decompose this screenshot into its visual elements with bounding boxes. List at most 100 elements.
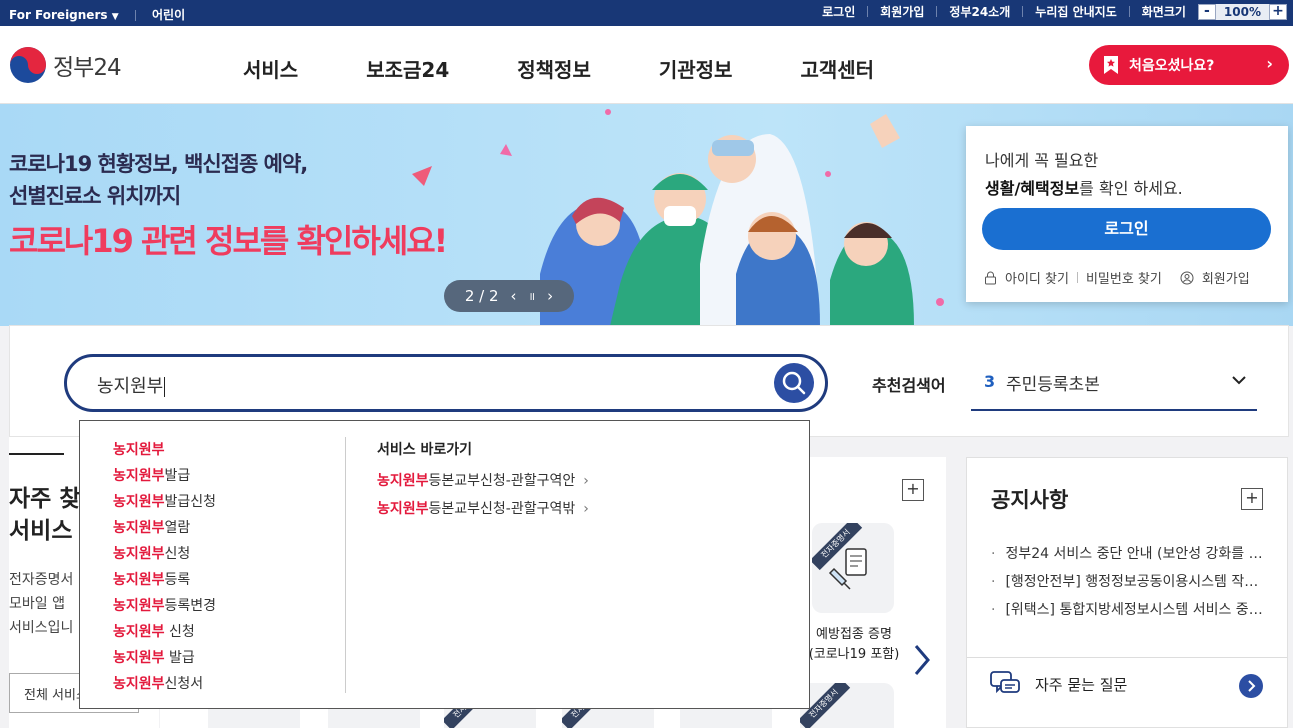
- chevron-right-icon: ›: [583, 473, 589, 489]
- suggestion-rest: 발급신청: [164, 494, 217, 510]
- suggestion-match: 농지원부: [113, 650, 165, 666]
- notice-item[interactable]: · [위택스] 통합지방세정보시스템 서비스 중단 안내: [991, 596, 1271, 624]
- suggestion-match: 농지원부: [113, 468, 165, 484]
- suggestion-match: 농지원부: [113, 520, 165, 536]
- frequent-services-title-1: 자주 찾: [9, 486, 81, 512]
- divider: [1022, 6, 1024, 17]
- desc-line-1: 전자증명서: [9, 572, 74, 588]
- search-input[interactable]: 농지원부: [64, 354, 828, 412]
- shortcut-item[interactable]: 농지원부등본교부신청-관할구역안 ›: [377, 467, 589, 495]
- suggestion-item[interactable]: 농지원부신청: [113, 541, 216, 567]
- suggestion-rest: 등록변경: [164, 598, 217, 614]
- carousel-next-icon[interactable]: [910, 643, 934, 677]
- recommended-rank: 3: [984, 372, 996, 391]
- suggestion-match: 농지원부: [113, 676, 165, 692]
- suggestion-item[interactable]: 농지원부등록: [113, 567, 216, 593]
- caret-down-icon: ▼: [111, 12, 119, 22]
- service-shortcuts: 서비스 바로가기 농지원부등본교부신청-관할구역안 › 농지원부등본교부신청-관할…: [377, 437, 589, 523]
- section-rule: [9, 453, 64, 455]
- chat-bubbles-icon: [990, 671, 1020, 694]
- nav-policy[interactable]: 정책정보: [517, 54, 591, 83]
- nav-subsidy[interactable]: 보조금24: [366, 54, 449, 83]
- login-button[interactable]: 로그인: [982, 208, 1271, 250]
- prev-slide-button[interactable]: ‹: [511, 287, 517, 305]
- divider: [967, 657, 1287, 658]
- suggestion-match: 농지원부: [113, 624, 165, 640]
- service-card[interactable]: 전자증명서: [800, 683, 894, 728]
- bullet: ·: [991, 602, 996, 618]
- find-password-link[interactable]: 비밀번호 찾기: [1086, 268, 1162, 287]
- chevron-right-icon: [1248, 680, 1256, 692]
- suggestion-match: 농지원부: [113, 598, 165, 614]
- shortcut-rest: 등본교부신청-관할구역밖: [428, 501, 576, 517]
- signup-link[interactable]: 회원가입: [1202, 268, 1250, 287]
- more-notices-button[interactable]: +: [1241, 488, 1263, 510]
- suggestion-item[interactable]: 농지원부 신청: [113, 619, 216, 645]
- suggestion-rest: 신청: [164, 624, 195, 640]
- notice-item[interactable]: · 정부24 서비스 중단 안내 (보안성 강화를 위한 작업): [991, 540, 1271, 568]
- next-slide-button[interactable]: ›: [547, 287, 553, 305]
- divider: [867, 6, 869, 17]
- suggestion-rest: 신청서: [164, 676, 204, 692]
- frequent-services-title-2: 서비스: [9, 518, 73, 544]
- suggestion-rest: 발급: [164, 650, 195, 666]
- login-prompt-line1: 나에게 꼭 필요한: [985, 151, 1099, 170]
- for-foreigners-label: For Foreigners: [9, 8, 108, 22]
- sitemap-link[interactable]: 누리집 안내지도: [1035, 3, 1116, 20]
- banner-headline: 코로나19 관련 정보를 확인하세요!: [9, 222, 448, 260]
- faq-link[interactable]: 자주 묻는 질문: [989, 670, 1127, 698]
- first-visit-label: 처음오셨나요?: [1129, 58, 1215, 74]
- shortcut-item[interactable]: 농지원부등본교부신청-관할구역밖 ›: [377, 495, 589, 523]
- search-query-text: 농지원부: [97, 376, 164, 397]
- suggestion-item[interactable]: 농지원부등록변경: [113, 593, 216, 619]
- notice-panel: 공지사항 + · 정부24 서비스 중단 안내 (보안성 강화를 위한 작업) ·…: [966, 457, 1288, 728]
- frequent-services-title: 자주 찾 서비스: [9, 483, 81, 547]
- about-link[interactable]: 정부24소개: [949, 3, 1010, 20]
- search-autocomplete-dropdown: 농지원부 농지원부발급 농지원부발급신청 농지원부열람 농지원부신청 농지원부등…: [79, 420, 810, 709]
- search-input-value: 농지원부: [97, 372, 166, 398]
- suggestion-item[interactable]: 농지원부발급신청: [113, 489, 216, 515]
- bullet: ·: [991, 546, 996, 562]
- first-visit-button[interactable]: 처음오셨나요? ›: [1089, 45, 1289, 85]
- zoom-in-button[interactable]: +: [1269, 3, 1287, 20]
- service-card-vaccination[interactable]: 전자증명서: [812, 523, 894, 613]
- suggestion-item[interactable]: 농지원부발급: [113, 463, 216, 489]
- suggestion-rest: 열람: [164, 520, 191, 536]
- login-panel: 나에게 꼭 필요한 생활/혜택정보를 확인 하세요. 로그인 아이디 찾기 비밀…: [966, 126, 1288, 302]
- syringe-document-icon: [828, 548, 867, 590]
- login-link[interactable]: 로그인: [822, 3, 855, 20]
- main-header: 정부24 서비스 보조금24 정책정보 기관정보 고객센터 처음오셨나요? ›: [0, 26, 1293, 104]
- kids-link[interactable]: 어린이: [152, 6, 185, 23]
- notice-list: · 정부24 서비스 중단 안내 (보안성 강화를 위한 작업) · [행정안전부]…: [991, 540, 1271, 624]
- faq-label: 자주 묻는 질문: [1035, 675, 1128, 694]
- suggestion-item[interactable]: 농지원부 발급: [113, 645, 216, 671]
- zoom-out-button[interactable]: -: [1197, 3, 1216, 20]
- for-foreigners-link[interactable]: For Foreigners ▼: [9, 8, 119, 22]
- pause-button[interactable]: ॥: [529, 289, 536, 304]
- shortcut-match: 농지원부: [377, 501, 429, 517]
- suggestion-item[interactable]: 농지원부신청서: [113, 671, 216, 697]
- taegeuk-logo-icon: [10, 47, 46, 83]
- more-services-button[interactable]: +: [902, 479, 924, 501]
- nav-services[interactable]: 서비스: [243, 54, 298, 83]
- desc-line-2: 모바일 앱: [9, 596, 65, 612]
- notice-item[interactable]: · [행정안전부] 행정정보공동이용시스템 작업 안내: [991, 568, 1271, 596]
- recommended-keyword[interactable]: 주민등록초본: [1006, 370, 1100, 395]
- suggestion-rest: 발급: [164, 468, 191, 484]
- pager-count: 2 / 2: [464, 287, 499, 305]
- service-card-caption[interactable]: 예방접종 증명 (코로나19 포함): [800, 625, 908, 665]
- search-button[interactable]: [774, 363, 814, 403]
- find-id-link[interactable]: 아이디 찾기: [1005, 268, 1069, 287]
- chevron-down-icon[interactable]: [1229, 370, 1249, 390]
- signup-link[interactable]: 회원가입: [880, 3, 924, 20]
- nav-customer-center[interactable]: 고객센터: [800, 54, 874, 83]
- recommended-keywords-dropdown[interactable]: 3 주민등록초본: [971, 362, 1257, 411]
- suggestion-item[interactable]: 농지원부: [113, 437, 216, 463]
- nav-agency[interactable]: 기관정보: [659, 54, 733, 83]
- logo-link[interactable]: 정부24: [9, 46, 122, 84]
- faq-go-button[interactable]: [1239, 674, 1263, 698]
- service-shortcuts-title: 서비스 바로가기: [377, 442, 473, 458]
- suggestion-rest: 신청: [164, 546, 191, 562]
- suggestion-item[interactable]: 농지원부열람: [113, 515, 216, 541]
- divider: [1128, 6, 1130, 17]
